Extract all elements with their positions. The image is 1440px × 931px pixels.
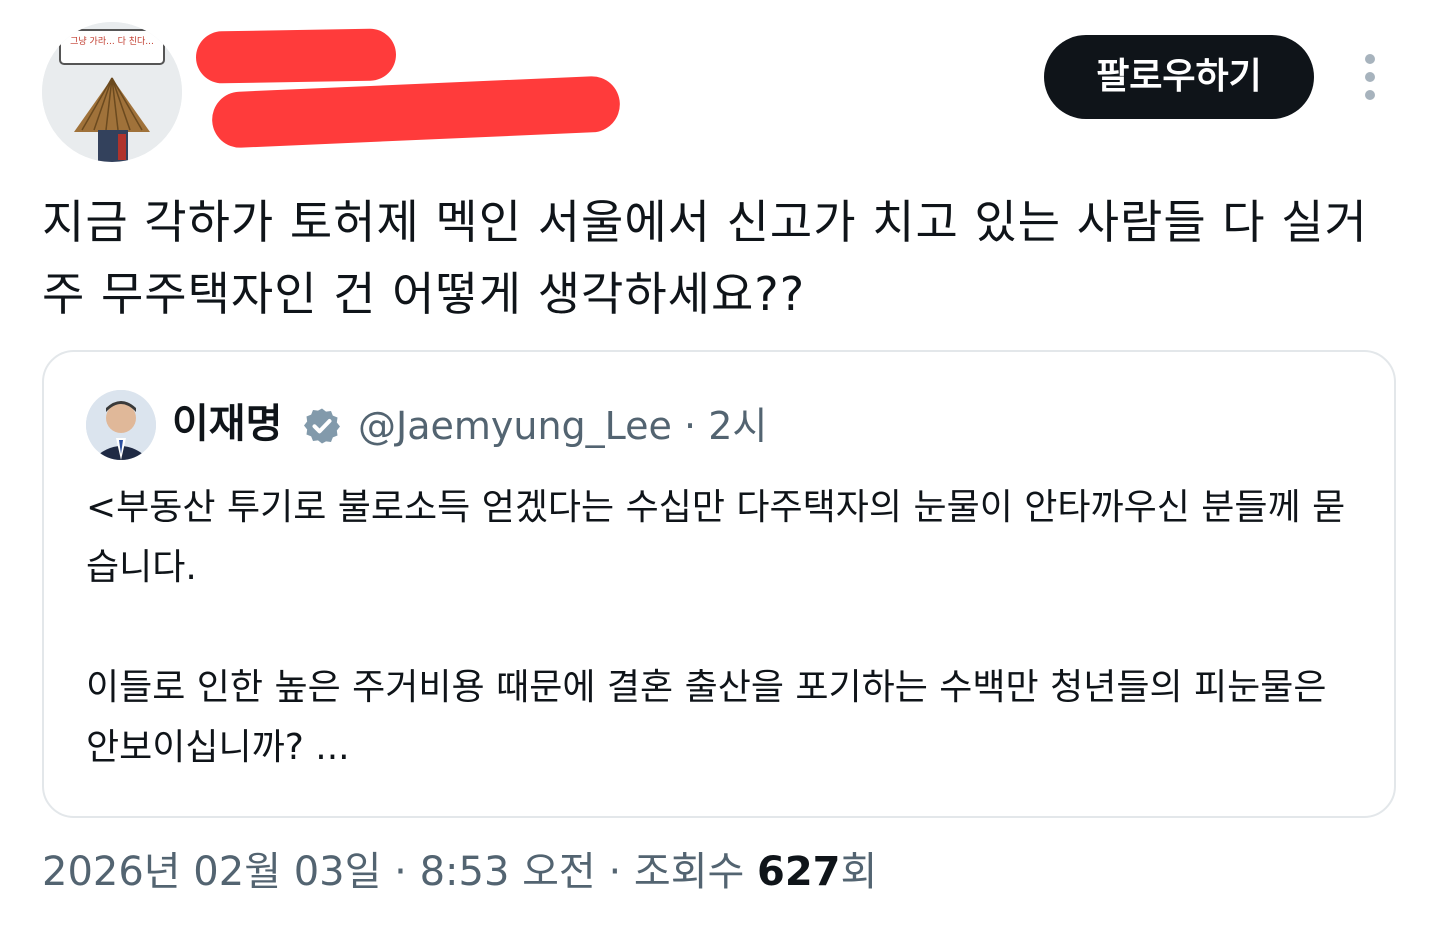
verified-badge-icon [304, 408, 340, 444]
tweet-text: 지금 각하가 토허제 멕인 서울에서 신고가 치고 있는 사람들 다 실거주 무… [42, 195, 1368, 321]
quoted-author-handle[interactable]: @Jaemyung_Lee [358, 404, 672, 448]
avatar-image: 그냥 가라... 다 친다... [42, 22, 182, 162]
quoted-tweet-body: <부동산 투기로 불로소득 얻겠다는 수십만 다주택자의 눈물이 안타까우신 분… [86, 478, 1346, 778]
author-avatar[interactable]: 그냥 가라... 다 친다... [42, 22, 182, 162]
quoted-tweet-card[interactable]: 이재명 @Jaemyung_Lee · 2시 <부동산 투기로 불로소득 얻겠다… [42, 350, 1396, 818]
redacted-display-name [195, 28, 397, 84]
quoted-author-meta: @Jaemyung_Lee · 2시 [358, 400, 767, 452]
quoted-paragraph: <부동산 투기로 불로소득 얻겠다는 수십만 다주택자의 눈물이 안타까우신 분… [86, 487, 1346, 588]
views-unit: 회 [840, 849, 878, 895]
quoted-author-avatar[interactable] [86, 390, 156, 460]
tweet-time[interactable]: 8:53 오전 [420, 849, 596, 895]
redacted-handle [210, 75, 622, 149]
meta-separator: · [381, 849, 420, 895]
views-count: 627 [757, 849, 841, 895]
meta-separator: · [684, 404, 697, 448]
tweet-date[interactable]: 2026년 02월 03일 [42, 849, 381, 895]
quoted-tweet-time[interactable]: 2시 [708, 404, 767, 448]
meta-separator: · [595, 849, 634, 895]
tweet-meta: 2026년 02월 03일 · 8:53 오전 · 조회수 627회 [42, 842, 877, 902]
quoted-author-name[interactable]: 이재명 [172, 398, 282, 450]
views-label: 조회수 [633, 849, 745, 895]
avatar-caption: 그냥 가라... 다 친다... [70, 36, 154, 47]
follow-button[interactable]: 팔로우하기 [1044, 35, 1314, 119]
quoted-paragraph: 이들로 인한 높은 주거비용 때문에 결혼 출산을 포기하는 수백만 청년들의 … [86, 667, 1327, 768]
vertical-ellipsis-icon[interactable] [1356, 54, 1384, 100]
